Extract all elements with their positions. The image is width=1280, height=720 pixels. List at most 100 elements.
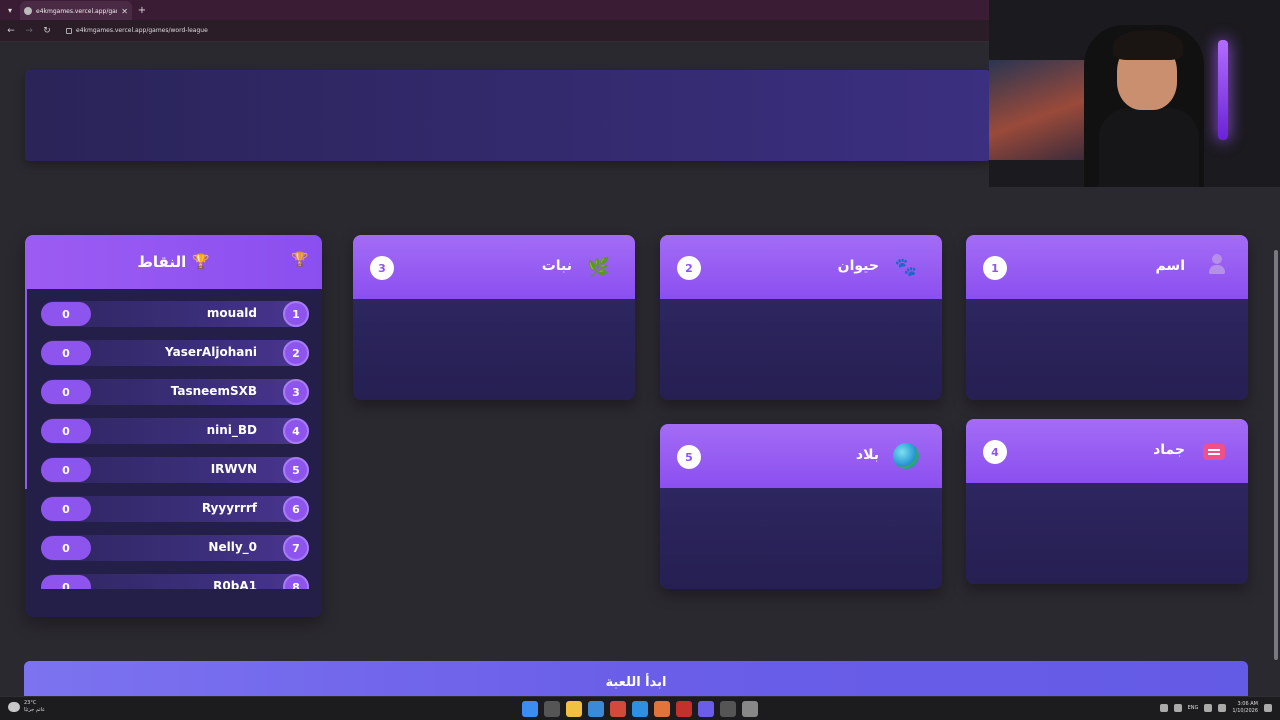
network-icon[interactable] <box>1173 704 1182 712</box>
system-tray: ENG 3:06 AM 1/10/2026 <box>1159 701 1272 715</box>
scoreboard-panel: النقاط 🏆 🏆 0 mouald 1 0 YaserAljohani 2 … <box>25 235 322 617</box>
player-rank: 5 <box>283 457 309 483</box>
category-body <box>660 299 942 400</box>
clock[interactable]: 3:06 AM 1/10/2026 <box>1232 701 1258 715</box>
trophy-icon: 🏆 <box>291 252 309 268</box>
chrome-icon[interactable] <box>610 701 626 717</box>
category-header: 4 جماد <box>966 419 1248 483</box>
scoreboard-title: النقاط <box>137 253 187 271</box>
category-header: 1 اسم <box>966 235 1248 299</box>
scoreboard-header: النقاط 🏆 🏆 <box>25 235 322 289</box>
player-score: 0 <box>41 419 91 443</box>
discord-icon[interactable] <box>698 701 714 717</box>
player-name: Ryyyrrrf <box>201 501 257 515</box>
weather-widget[interactable]: 23°C غائم جزئيًا <box>8 700 45 714</box>
player-name: nini_BD <box>206 423 257 437</box>
clock-date: 1/10/2026 <box>1232 708 1258 714</box>
category-card-animal[interactable]: 2 حيوان 🐾 <box>660 235 942 400</box>
scoreboard-list[interactable]: 0 mouald 1 0 YaserAljohani 2 0 TasneemSX… <box>25 289 322 589</box>
category-header: 3 نبات 🌿 <box>353 235 635 299</box>
player-rank: 1 <box>283 301 309 327</box>
clock-time: 3:06 AM <box>1237 701 1258 707</box>
tab-close-icon[interactable]: ✕ <box>121 7 128 16</box>
forward-button[interactable]: → <box>24 26 34 36</box>
address-bar-row: ← → ↻ e4kmgames.vercel.app/games/word-le… <box>0 20 990 42</box>
back-button[interactable]: ← <box>6 26 16 36</box>
start-menu-icon[interactable] <box>522 701 538 717</box>
volume-icon[interactable] <box>1218 704 1227 712</box>
cloud-icon <box>8 702 20 712</box>
weather-text: 23°C غائم جزئيًا <box>24 700 45 714</box>
taskbar-apps <box>522 701 758 717</box>
category-title: جماد <box>1153 442 1185 458</box>
site-info-icon[interactable] <box>66 27 72 34</box>
player-name: Nelly_0 <box>208 540 257 554</box>
category-card-country[interactable]: 5 بلاد <box>660 424 942 589</box>
player-score: 0 <box>41 497 91 521</box>
player-name: YaserAljohani <box>165 345 257 359</box>
tab-search-icon[interactable]: ▾ <box>0 0 20 20</box>
category-number: 3 <box>370 256 394 280</box>
app-icon[interactable] <box>654 701 670 717</box>
tool-icon[interactable] <box>720 701 736 717</box>
streamer-hair <box>1113 30 1183 60</box>
category-card-object[interactable]: 4 جماد <box>966 419 1248 584</box>
browser-tab[interactable]: e4kmgames.vercel.app/games/ ✕ <box>20 1 132 21</box>
score-row: 0 mouald 1 <box>41 301 309 327</box>
neon-light <box>1218 40 1228 140</box>
scrollbar-thumb[interactable] <box>1274 250 1278 660</box>
globe-icon <box>893 443 919 469</box>
category-header: 2 حيوان 🐾 <box>660 235 942 299</box>
player-rank: 7 <box>283 535 309 561</box>
mail-icon[interactable] <box>632 701 648 717</box>
store-icon[interactable] <box>588 701 604 717</box>
player-name: TasneemSXB <box>170 384 257 398</box>
youtube-icon[interactable] <box>676 701 692 717</box>
category-body <box>966 299 1248 400</box>
player-rank: 2 <box>283 340 309 366</box>
score-row: 0 TasneemSXB 3 <box>41 379 309 405</box>
page-scrollbar[interactable] <box>1272 190 1280 695</box>
notifications-icon[interactable] <box>1264 704 1272 712</box>
url-field[interactable]: e4kmgames.vercel.app/games/word-league <box>66 27 208 34</box>
settings-icon[interactable] <box>742 701 758 717</box>
new-tab-button[interactable]: + <box>132 5 152 16</box>
category-title: نبات <box>541 258 572 274</box>
category-title: حيوان <box>837 258 879 274</box>
person-icon <box>1209 254 1225 274</box>
trophy-icon: 🏆 <box>192 254 210 270</box>
score-row: 0 R0bA1 8 <box>41 574 309 589</box>
streamer-shirt <box>1099 108 1199 187</box>
weather-temp: 23°C <box>24 700 37 706</box>
score-row: 0 nini_BD 4 <box>41 418 309 444</box>
wifi-icon[interactable] <box>1204 704 1213 712</box>
score-row: 0 Nelly_0 7 <box>41 535 309 561</box>
category-number: 4 <box>983 440 1007 464</box>
category-title: بلاد <box>855 447 879 463</box>
start-game-button[interactable]: ابدأ اللعبة <box>24 661 1248 701</box>
player-rank: 6 <box>283 496 309 522</box>
player-score: 0 <box>41 302 91 326</box>
player-score: 0 <box>41 575 91 589</box>
player-rank: 3 <box>283 379 309 405</box>
leaf-icon: 🌿 <box>587 256 611 278</box>
score-row: 0 YaserAljohani 2 <box>41 340 309 366</box>
reload-button[interactable]: ↻ <box>42 26 52 36</box>
category-card-plant[interactable]: 3 نبات 🌿 <box>353 235 635 400</box>
task-view-icon[interactable] <box>544 701 560 717</box>
favicon-icon <box>24 7 32 15</box>
file-explorer-icon[interactable] <box>566 701 582 717</box>
chevron-up-icon[interactable] <box>1159 704 1168 712</box>
robot-icon <box>1203 444 1225 460</box>
player-name: IRWVN <box>210 462 257 476</box>
browser-tab-bar: ▾ e4kmgames.vercel.app/games/ ✕ + <box>0 0 990 21</box>
category-number: 1 <box>983 256 1007 280</box>
language-indicator[interactable]: ENG <box>1188 705 1199 711</box>
category-header: 5 بلاد <box>660 424 942 488</box>
windows-taskbar: 23°C غائم جزئيًا ENG 3:06 AM 1/10/2026 <box>0 696 1280 720</box>
scroll-indicator <box>25 289 27 489</box>
score-row: 0 IRWVN 5 <box>41 457 309 483</box>
category-card-name[interactable]: 1 اسم <box>966 235 1248 400</box>
player-rank: 8 <box>283 574 309 589</box>
player-name: mouald <box>206 306 257 320</box>
